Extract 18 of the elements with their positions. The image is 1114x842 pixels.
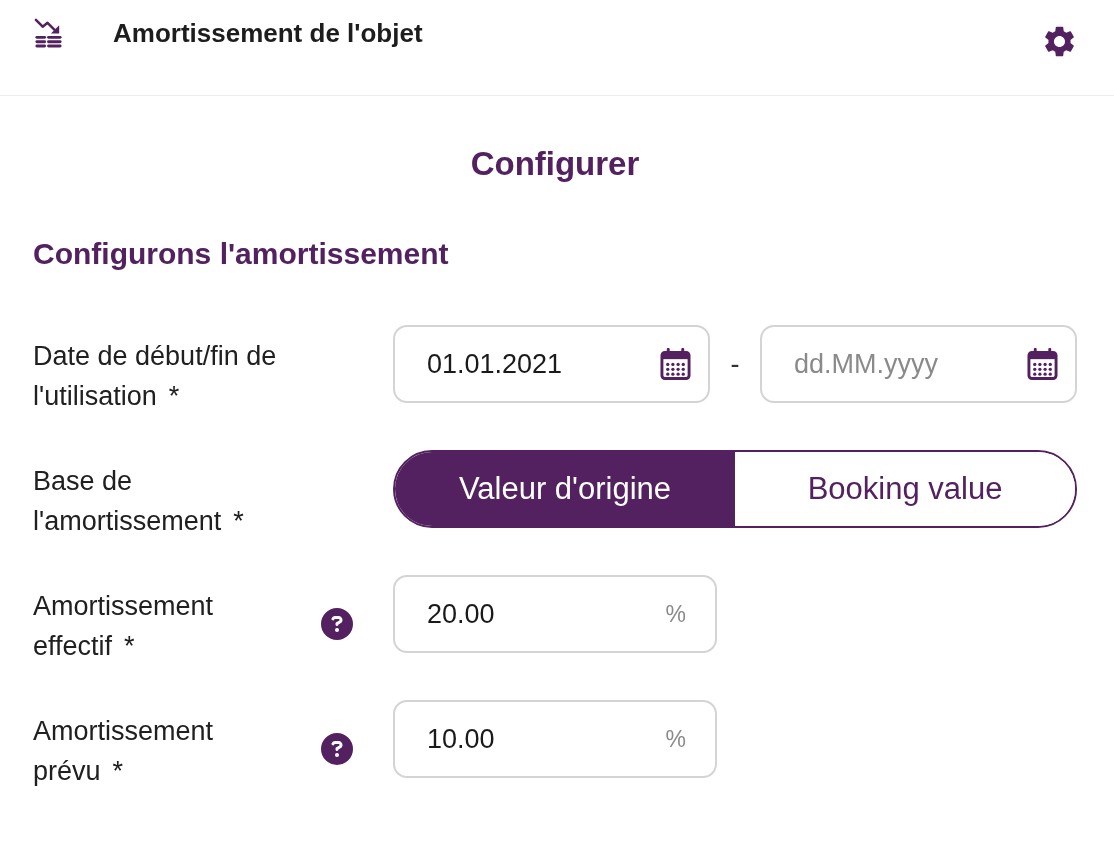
field-label: Date de début/fin de l'utilisation * [33,340,278,413]
section-title: Configurons l'amortissement [33,236,450,272]
unit-label: % [665,725,686,754]
help-icon[interactable] [321,733,353,765]
calendar-icon[interactable] [660,347,691,380]
header-title: Amortissement de l'objet [113,17,423,50]
date-input[interactable]: 01.01.2021 [393,325,710,403]
field-label: Amortissement effectif * [33,590,215,663]
date-input[interactable]: dd.MM.yyyy [760,325,1077,403]
field-label: Amortissement prévu * [33,715,215,788]
page-title: Configurer [469,144,641,184]
range-separator: - [729,347,741,381]
calendar-icon[interactable] [1027,347,1058,380]
trend-down-stack-icon [33,17,64,48]
help-icon[interactable] [321,608,353,640]
field-label: Base de l'amortissement * [33,465,245,538]
toggle-option[interactable]: Valeur d'origine [395,452,735,526]
unit-label: % [665,600,686,629]
